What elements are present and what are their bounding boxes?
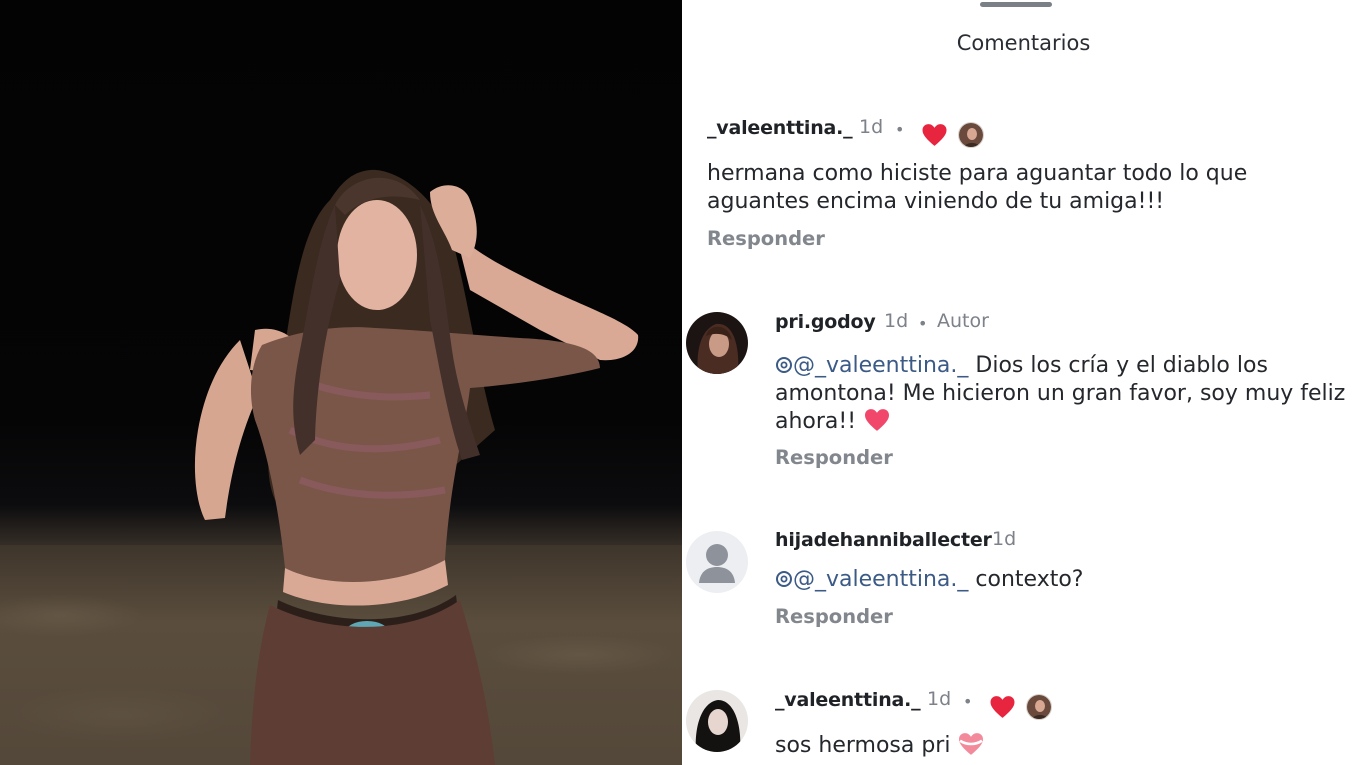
- page-title: Comentarios: [956, 31, 1091, 55]
- comments-panel: Comentarios _valeenttina._ 1d • hermana …: [682, 0, 1365, 765]
- heart-emoji-icon: [865, 409, 890, 431]
- avatar[interactable]: [686, 690, 748, 752]
- mention-link[interactable]: @_valeenttina._: [775, 353, 968, 378]
- comment-username[interactable]: pri.godoy: [775, 311, 876, 333]
- mention-text[interactable]: @_valeenttina._: [793, 353, 968, 378]
- author-avatar: [958, 122, 984, 148]
- heart-icon: [990, 696, 1015, 718]
- post-photo: [0, 0, 682, 765]
- avatar[interactable]: [686, 312, 748, 374]
- comment-username[interactable]: hijadehanniballecter: [775, 529, 992, 551]
- comment-username[interactable]: _valeenttina._: [775, 689, 921, 711]
- reply-button[interactable]: Responder: [707, 227, 825, 250]
- separator-dot: •: [895, 120, 905, 139]
- comment-text: sos hermosa pri: [775, 732, 1355, 760]
- heart-ribbon-emoji-icon: [959, 733, 984, 755]
- comment-body-text: contexto?: [975, 567, 1084, 592]
- separator-dot: •: [963, 692, 973, 711]
- comment-username[interactable]: _valeenttina._: [707, 117, 853, 139]
- author-badge: Autor: [937, 310, 989, 332]
- comment-body-text: sos hermosa pri: [775, 733, 951, 758]
- comment-time: 1d: [884, 310, 909, 332]
- reply-button[interactable]: Responder: [775, 446, 893, 469]
- default-avatar-icon[interactable]: [686, 531, 748, 593]
- heart-icon: [922, 124, 947, 146]
- drag-handle[interactable]: [980, 2, 1052, 7]
- woman-figure-illustration: [194, 169, 639, 765]
- mention-link[interactable]: @_valeenttina._: [775, 567, 968, 592]
- comment-time: 1d: [992, 528, 1017, 550]
- comment-time: 1d: [859, 116, 884, 138]
- author-avatar: [1026, 694, 1052, 720]
- comment-time: 1d: [927, 688, 952, 710]
- mention-text[interactable]: @_valeenttina._: [793, 567, 968, 592]
- comment-text: hermana como hiciste para aguantar todo …: [707, 161, 1248, 214]
- separator-dot: •: [918, 314, 928, 333]
- threads-at-icon: [776, 357, 792, 373]
- reply-button[interactable]: Responder: [775, 605, 893, 628]
- comment-text: @_valeenttina._ Dios los cría y el diabl…: [775, 352, 1355, 436]
- comment-text: @_valeenttina._ contexto?: [775, 566, 1355, 594]
- threads-at-icon: [776, 571, 792, 587]
